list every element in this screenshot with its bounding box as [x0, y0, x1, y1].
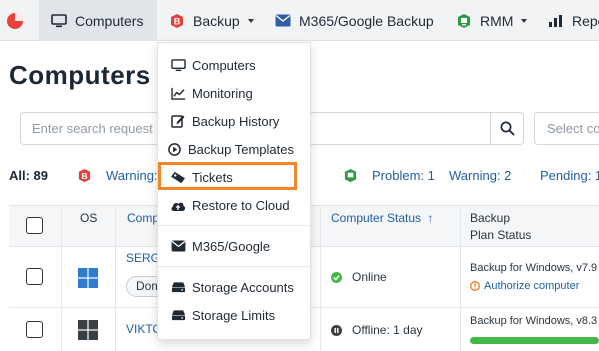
pause-circle-icon [331, 324, 342, 336]
nav-reports[interactable]: Repo [536, 0, 599, 41]
storage-drive-icon [171, 310, 185, 321]
app-logo[interactable] [0, 0, 30, 41]
nav-m365-label: M365/Google Backup [299, 12, 434, 29]
menu-item-label: Computers [192, 57, 256, 73]
rmm-icon [458, 13, 470, 28]
status-label: Online [352, 270, 387, 284]
logo-pie-icon [7, 12, 23, 29]
search-button[interactable] [490, 112, 524, 145]
nav-computers-label: Computers [75, 12, 144, 29]
nav-backup[interactable]: B Backup [157, 0, 267, 41]
nav-backup-label: Backup [193, 12, 240, 29]
history-edit-icon [171, 115, 185, 128]
authorize-computer-link[interactable]: Authorize computer [470, 280, 579, 292]
nav-m365-google-backup[interactable]: M365/Google Backup [267, 0, 442, 41]
nav-computers[interactable]: Computers [39, 0, 157, 41]
menu-item-label: Storage Accounts [192, 279, 294, 295]
chevron-down-icon [247, 18, 254, 23]
warning-circle-icon [470, 281, 480, 291]
status-online: Online [331, 270, 387, 284]
filter-all[interactable]: All: 89 [9, 168, 48, 183]
filter-rmm-pending[interactable]: Pending: 1 [540, 168, 599, 183]
tickets-highlight-frame [158, 162, 297, 190]
storage-drive-icon [171, 282, 185, 293]
play-circle-icon [167, 142, 181, 156]
menu-item-monitoring[interactable]: Monitoring [158, 81, 310, 105]
cloud-upload-icon [171, 202, 186, 211]
monitoring-chart-icon [170, 87, 185, 100]
search-icon [500, 121, 514, 136]
rmm-icon [344, 168, 357, 183]
menu-item-label: Restore to Cloud [192, 197, 290, 213]
header-plan-status: Plan Status [470, 228, 532, 242]
filter-backup-warning[interactable]: B Warning: [77, 168, 158, 183]
backup-plan: Backup for Windows, v8.3 [470, 315, 598, 327]
menu-divider [158, 266, 310, 267]
page-title: Computers [9, 60, 151, 90]
row-checkbox[interactable] [26, 268, 43, 285]
nav-rmm-label: RMM [480, 12, 514, 29]
windows-icon [78, 268, 98, 288]
header-backup: Backup [470, 211, 511, 225]
status-label: Offline: 1 day [352, 323, 423, 337]
column-divider [320, 205, 321, 351]
menu-item-label: Backup History [192, 113, 280, 129]
filter-problem-label: Problem: 1 [372, 168, 435, 183]
header-computer-status[interactable]: Computer Status ↑ [331, 211, 433, 225]
envelope-icon [171, 240, 185, 252]
filter-all-label: All: 89 [9, 168, 49, 183]
filter-warning-count: Warning: 2 [449, 168, 512, 183]
backup-dropdown-menu: Computers Monitoring Backup History Back… [157, 42, 311, 340]
nav-reports-label: Repo [572, 12, 599, 29]
filter-rmm-problem[interactable]: Problem: 1 [343, 168, 435, 183]
filter-pending-count: Pending: 1 [540, 168, 599, 183]
menu-item-backup-templates[interactable]: Backup Templates [158, 137, 310, 161]
backup-plan: Backup for Windows, v7.9 [470, 262, 598, 274]
column-divider [61, 205, 62, 351]
authorize-label: Authorize computer [484, 280, 580, 292]
menu-item-storage-accounts[interactable]: Storage Accounts [158, 275, 310, 299]
column-divider [115, 205, 116, 351]
menu-item-label: M365/Google [192, 238, 271, 254]
svg-text:B: B [174, 16, 181, 26]
company-select[interactable]: Select co [534, 112, 599, 145]
backup-shield-icon: B [78, 168, 91, 183]
menu-item-restore-to-cloud[interactable]: Restore to Cloud [158, 193, 310, 217]
header-status-label: Computer Status [331, 211, 422, 225]
monitor-icon [51, 13, 67, 27]
column-divider [460, 205, 461, 351]
top-navigation-bar: Computers B Backup M365/Google Backup RM… [0, 0, 599, 41]
menu-item-label: Monitoring [192, 85, 253, 101]
report-chart-icon [549, 14, 562, 27]
backup-progress-bar [470, 337, 599, 344]
filter-warning-label: Warning: [106, 168, 158, 183]
filter-rmm-warning[interactable]: Warning: 2 [449, 168, 511, 183]
monitor-icon [170, 58, 186, 71]
row-checkbox[interactable] [26, 321, 43, 338]
menu-item-storage-limits[interactable]: Storage Limits [158, 303, 310, 327]
menu-divider [158, 225, 310, 226]
nav-rmm[interactable]: RMM [444, 0, 534, 41]
company-select-placeholder: Select co [547, 121, 599, 136]
select-all-checkbox[interactable] [26, 217, 43, 234]
backup-shield-icon: B [171, 13, 183, 28]
status-offline: Offline: 1 day [331, 323, 423, 337]
chevron-down-icon [521, 18, 528, 23]
menu-item-label: Storage Limits [192, 307, 276, 323]
search-placeholder: Enter search request [32, 121, 153, 136]
envelope-icon [275, 14, 291, 27]
menu-item-computers[interactable]: Computers [158, 53, 310, 77]
svg-text:B: B [81, 171, 87, 181]
check-circle-icon [331, 271, 342, 283]
header-os[interactable]: OS [80, 211, 97, 225]
sort-ascending-icon: ↑ [427, 211, 434, 225]
menu-item-label: Backup Templates [188, 141, 294, 157]
menu-item-m365-google[interactable]: M365/Google [158, 234, 310, 258]
windows-icon [78, 320, 98, 340]
menu-item-backup-history[interactable]: Backup History [158, 109, 310, 133]
